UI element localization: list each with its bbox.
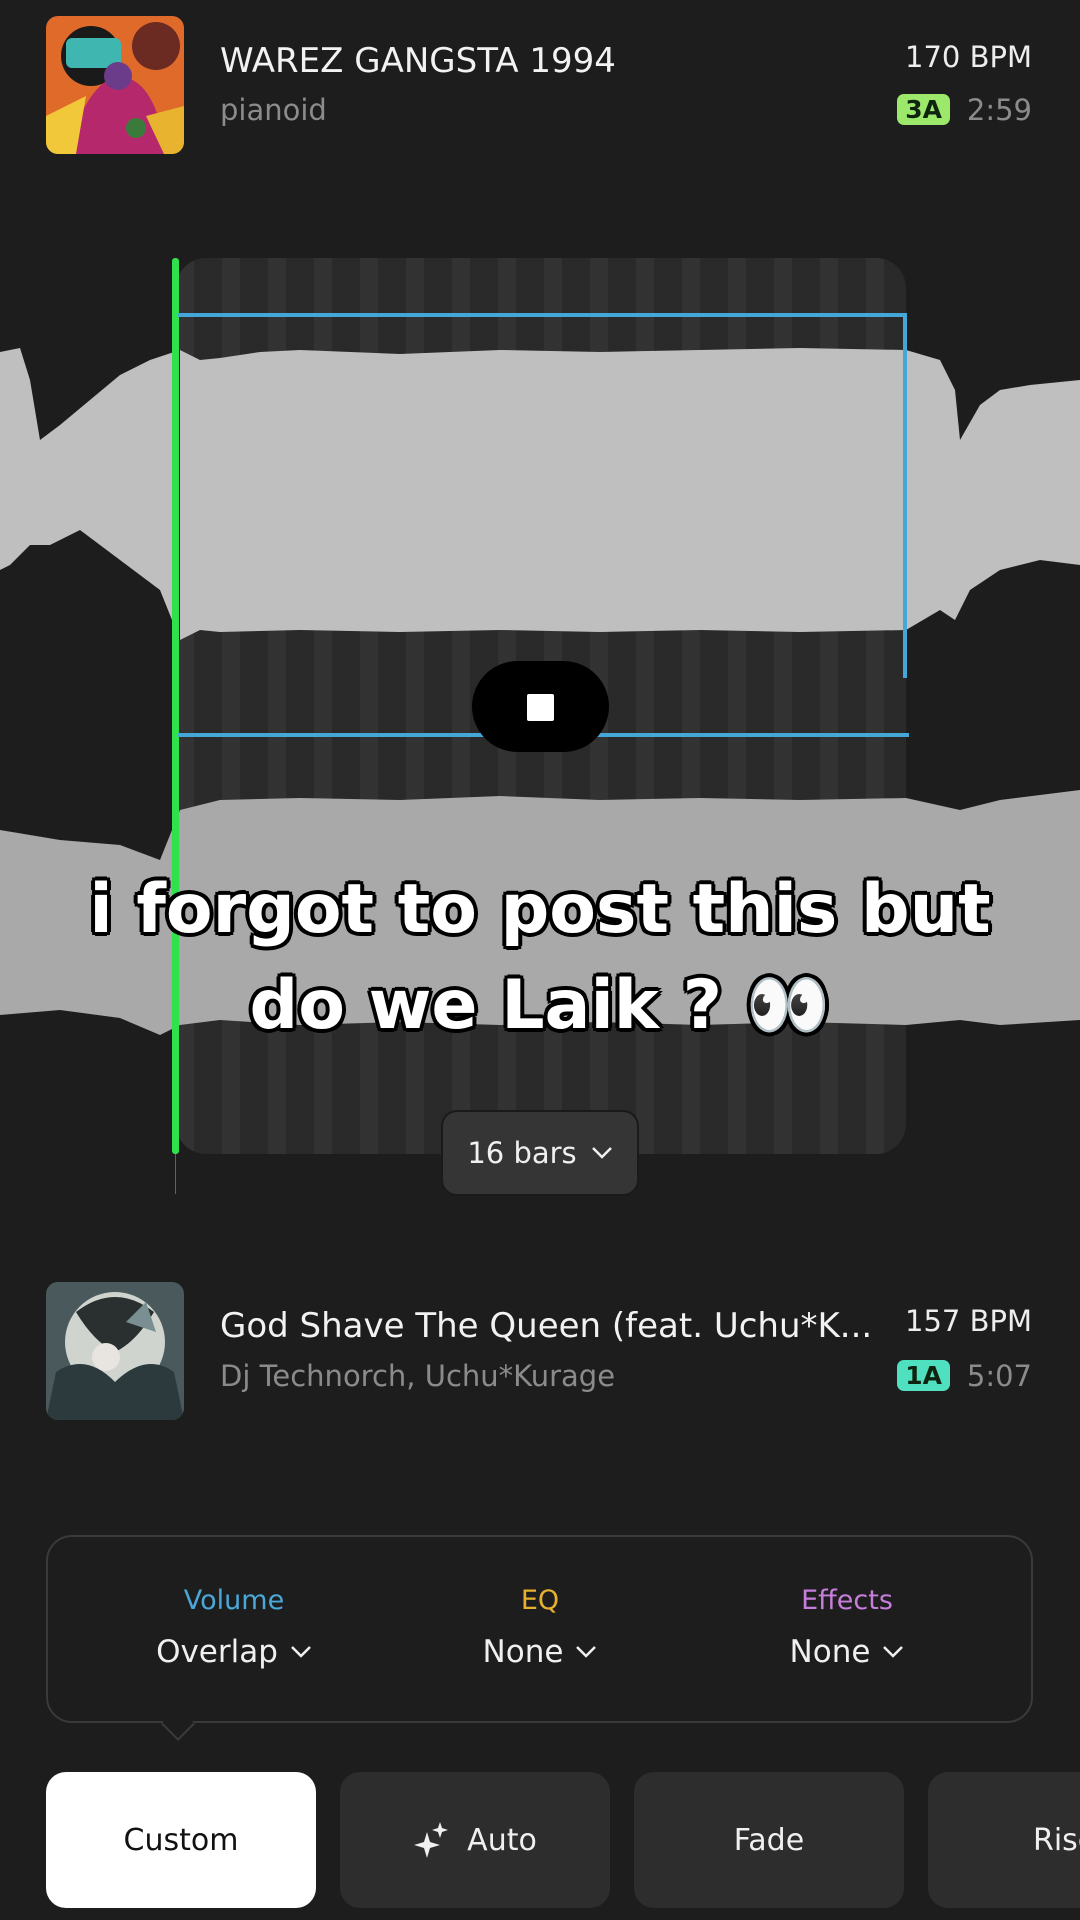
preset-rise-button[interactable]: Rise <box>928 1772 1080 1908</box>
effects-value: None <box>789 1634 871 1670</box>
caption-line-2: do we Laik ? 👀 <box>249 966 831 1045</box>
sparkle-icon <box>414 1822 449 1858</box>
track-b-duration: 5:07 <box>966 1359 1032 1393</box>
volume-dropdown[interactable]: Overlap <box>156 1634 312 1670</box>
volume-option[interactable]: Volume Overlap <box>84 1585 384 1670</box>
effects-dropdown[interactable]: None <box>790 1634 905 1670</box>
preset-fade-button[interactable]: Fade <box>634 1772 904 1908</box>
preset-auto-label: Auto <box>467 1822 537 1858</box>
loop-top-edge[interactable] <box>178 313 906 317</box>
stop-button[interactable] <box>472 661 609 752</box>
loop-length-dropdown[interactable]: 16 bars <box>441 1110 639 1196</box>
preset-custom-button[interactable]: Custom <box>46 1772 316 1908</box>
volume-value: Overlap <box>156 1634 278 1670</box>
chevron-down-icon <box>576 1646 597 1658</box>
playhead-tail <box>175 1154 176 1194</box>
preset-rise-label: Rise <box>1033 1822 1080 1858</box>
eq-dropdown[interactable]: None <box>483 1634 598 1670</box>
track-b-cover-art <box>46 1282 184 1420</box>
effects-option[interactable]: Effects None <box>697 1585 997 1670</box>
track-b-title: God Shave The Queen (feat. Uchu*K... <box>220 1306 873 1346</box>
loop-length-label: 16 bars <box>467 1136 577 1170</box>
caption-line-1: i forgot to post this but <box>89 870 991 949</box>
track-b-artist: Dj Technorch, Uchu*Kurage <box>220 1359 616 1393</box>
track-a-title: WAREZ GANGSTA 1994 <box>220 41 616 81</box>
track-b-key-badge: 1A <box>897 1360 950 1391</box>
track-b-row[interactable]: God Shave The Queen (feat. Uchu*K... Dj … <box>0 1282 1080 1422</box>
track-b-bpm: 157 BPM <box>905 1304 1032 1338</box>
eq-label: EQ <box>520 1585 560 1616</box>
track-a-duration: 2:59 <box>966 93 1032 127</box>
volume-label: Volume <box>183 1585 285 1616</box>
chevron-down-icon <box>591 1147 612 1159</box>
loop-right-handle[interactable] <box>903 313 907 678</box>
effects-label: Effects <box>801 1585 893 1616</box>
track-a-artist: pianoid <box>220 93 327 127</box>
eq-option[interactable]: EQ None <box>390 1585 690 1670</box>
track-a-bpm: 170 BPM <box>905 40 1032 74</box>
track-a-cover-art <box>46 16 184 154</box>
track-a-waveform <box>0 348 1080 640</box>
eq-value: None <box>482 1634 564 1670</box>
chevron-down-icon <box>291 1646 311 1658</box>
stop-icon <box>527 694 554 721</box>
preset-auto-button[interactable]: Auto <box>340 1772 610 1908</box>
chevron-down-icon <box>883 1646 904 1658</box>
track-a-row[interactable]: WAREZ GANGSTA 1994 pianoid 170 BPM 3A 2:… <box>0 16 1080 156</box>
preset-custom-label: Custom <box>123 1822 239 1858</box>
preset-fade-label: Fade <box>733 1822 805 1858</box>
track-a-key-badge: 3A <box>897 94 950 125</box>
